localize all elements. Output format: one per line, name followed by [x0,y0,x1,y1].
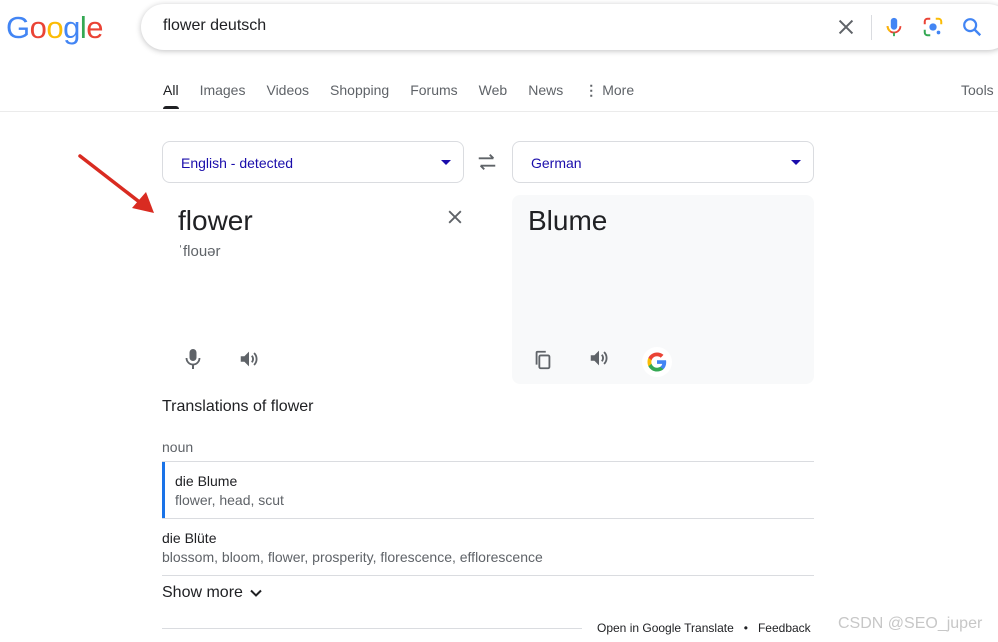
translation-entry[interactable]: die Blume flower, head, scut [162,462,814,518]
divider [162,575,814,576]
tab-news[interactable]: News [528,81,563,111]
swap-languages-icon[interactable] [476,151,498,173]
tab-shopping[interactable]: Shopping [330,81,389,111]
source-text[interactable]: flower [178,205,253,237]
translation-synonyms: flower, head, scut [175,492,284,508]
translation-synonyms: blossom, bloom, flower, prosperity, flor… [162,549,543,565]
tools-button[interactable]: Tools [961,81,994,99]
chevron-down-icon [250,589,262,597]
search-icon[interactable] [961,16,983,38]
tab-web[interactable]: Web [479,81,508,111]
red-arrow-icon [78,154,154,213]
footer-divider [162,628,582,629]
source-language-select[interactable]: English - detected [162,141,464,183]
clear-search-icon[interactable] [835,16,857,38]
tab-videos[interactable]: Videos [266,81,309,111]
part-of-speech-label: noun [162,439,194,455]
translation-word: die Blume [175,473,238,489]
open-in-google-translate-link[interactable]: Open in Google Translate [597,621,734,635]
translations-heading: Translations of flower [162,398,314,415]
chevron-down-icon [791,160,801,165]
chevron-down-icon [441,160,451,165]
more-dots-icon: ⋮ [584,82,599,98]
search-divider [871,15,872,40]
listen-source-icon[interactable] [238,348,260,370]
search-tabs: All Images Videos Shopping Forums Web Ne… [163,81,655,111]
target-language-select[interactable]: German [512,141,814,183]
watermark-text: CSDN @SEO_juper [838,615,983,632]
show-more-label: Show more [162,584,243,601]
footer-links: Open in Google Translate • Feedback [597,621,811,635]
search-input[interactable]: flower deutsch [163,17,266,35]
google-lens-icon[interactable] [922,16,944,38]
logo-letter: G [6,10,30,45]
logo-letter: e [86,10,104,45]
tab-forums[interactable]: Forums [410,81,457,111]
logo-letter: o [46,10,64,45]
tab-all[interactable]: All [163,81,179,111]
tab-more-label: More [602,82,635,98]
translation-word: die Blüte [162,530,217,546]
voice-search-icon[interactable] [883,15,905,39]
microphone-icon[interactable] [184,348,202,370]
copy-icon[interactable] [532,349,554,371]
separator-dot: • [743,621,748,635]
show-more-button[interactable]: Show more [162,584,263,602]
google-logo[interactable]: Google [6,10,104,46]
tabs-divider [0,111,998,112]
translated-text: Blume [528,205,608,236]
search-box[interactable]: flower deutsch [141,4,998,50]
translation-entry[interactable]: die Blüte blossom, bloom, flower, prospe… [162,519,814,575]
google-g-icon[interactable] [642,347,672,377]
listen-translation-icon[interactable] [588,347,610,369]
clear-source-icon[interactable] [445,207,465,227]
target-language-label: German [531,155,582,171]
tab-images[interactable]: Images [200,81,246,111]
source-language-label: English - detected [181,155,294,171]
pronunciation: ˈflouər [178,243,221,260]
logo-letter: g [63,10,80,45]
logo-letter: o [29,10,47,45]
tab-more[interactable]: ⋮ More [584,81,634,111]
translation-output-panel: Blume [512,195,814,384]
feedback-link[interactable]: Feedback [758,621,811,635]
